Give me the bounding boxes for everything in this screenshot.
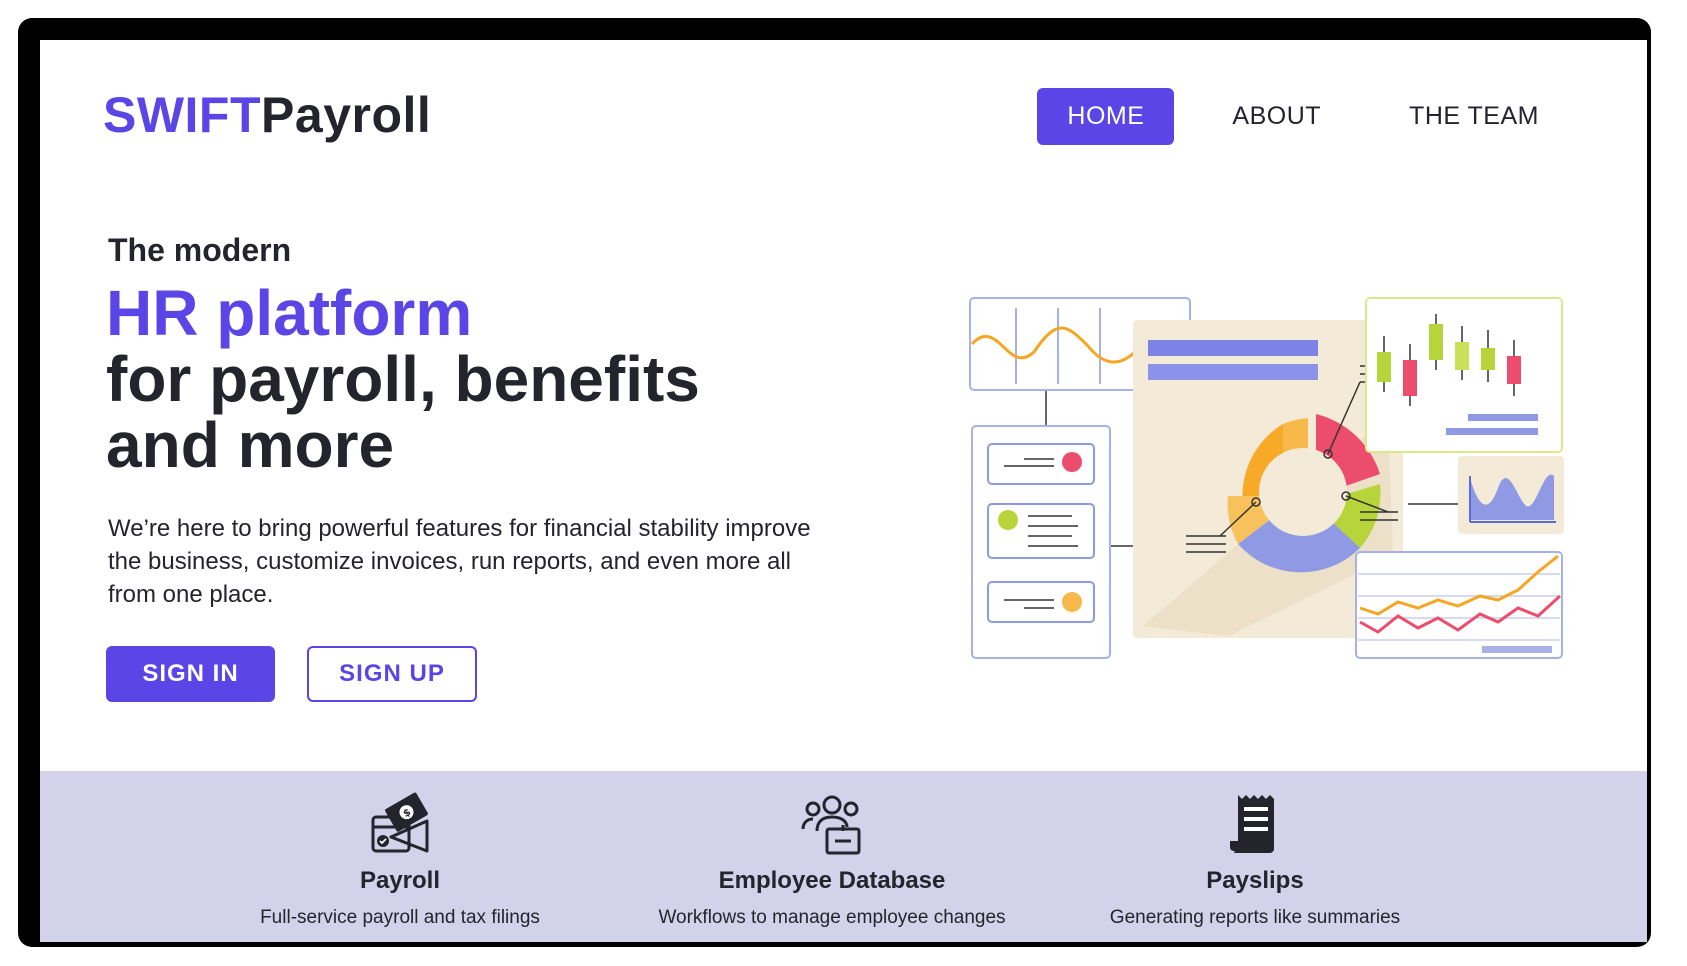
features-strip: $ Payroll Full-service payroll and tax f… xyxy=(40,771,1647,942)
feature-employee-database[interactable]: Employee Database Workflows to manage em… xyxy=(622,791,1042,929)
hero-headline-line2: for payroll, benefits xyxy=(106,343,700,415)
nav-about[interactable]: ABOUT xyxy=(1202,88,1351,145)
employee-database-icon xyxy=(801,795,861,855)
feature-payroll[interactable]: $ Payroll Full-service payroll and tax f… xyxy=(190,791,610,929)
nav-home[interactable]: HOME xyxy=(1037,88,1175,145)
sign-up-button[interactable]: SIGN UP xyxy=(307,646,477,702)
browser-viewport: SWIFTPayroll HOME ABOUT THE TEAM The mod… xyxy=(40,40,1647,942)
hero-description: We’re here to bring powerful features fo… xyxy=(108,515,811,608)
payroll-wallet-icon: $ xyxy=(371,792,429,853)
hero-headline: HR platform for payroll, benefits and mo… xyxy=(106,280,700,478)
dashboard-illustration xyxy=(969,297,1564,659)
feature-payroll-title: Payroll xyxy=(359,867,441,894)
top-nav: HOME ABOUT THE TEAM xyxy=(1037,88,1569,145)
brand-logo[interactable]: SWIFTPayroll xyxy=(103,86,431,144)
sign-in-button[interactable]: SIGN IN xyxy=(106,646,275,702)
hero-eyebrow: The modern xyxy=(108,232,292,268)
hero-headline-line3: and more xyxy=(106,409,395,481)
feature-employee-database-description: Workflows to manage employee changes xyxy=(658,907,1006,928)
feature-employee-database-title: Employee Database xyxy=(718,867,946,894)
feature-payslips[interactable]: Payslips Generating reports like summari… xyxy=(1045,791,1465,929)
brand-logo-swift: SWIFT xyxy=(103,87,262,143)
nav-the-team[interactable]: THE TEAM xyxy=(1379,88,1569,145)
feature-payroll-description: Full-service payroll and tax filings xyxy=(260,907,540,928)
hero-headline-accent: HR platform xyxy=(106,277,473,349)
payslip-receipt-icon xyxy=(1230,795,1274,853)
brand-logo-payroll: Payroll xyxy=(261,87,432,143)
feature-payslips-description: Generating reports like summaries xyxy=(1109,907,1401,928)
feature-payslips-title: Payslips xyxy=(1206,867,1304,894)
